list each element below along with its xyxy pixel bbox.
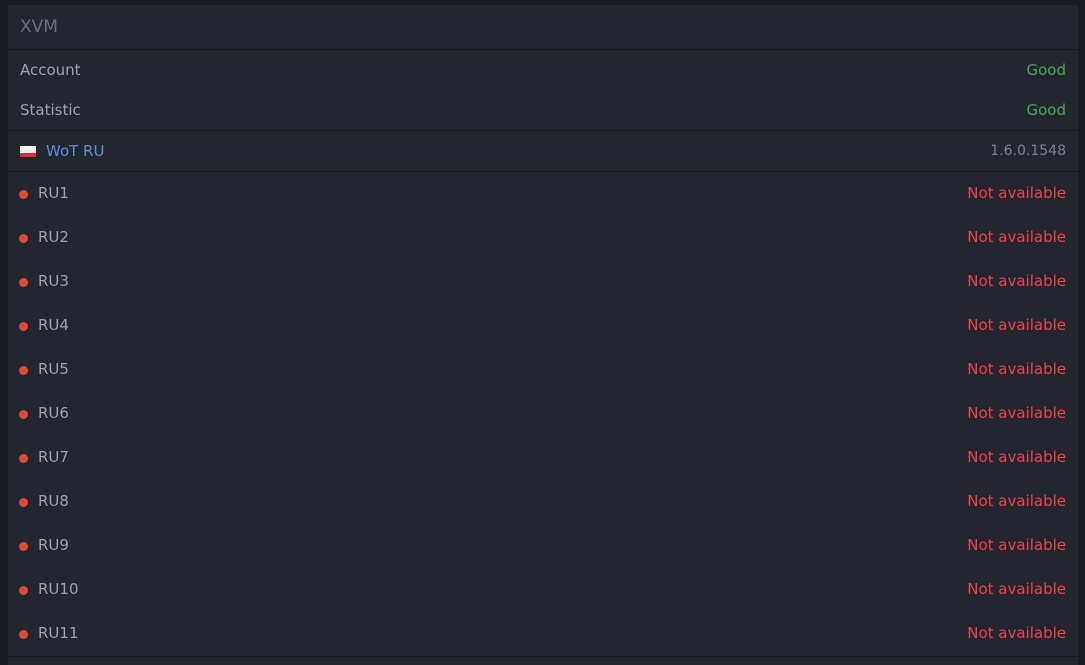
status-dot-icon (19, 278, 28, 287)
server-name: RU2 (38, 228, 69, 246)
status-dot-icon (19, 234, 28, 243)
panel-title: XVM (8, 5, 1078, 50)
status-dot-icon (19, 322, 28, 331)
account-status-row: Account Good (8, 50, 1078, 90)
server-status: Not available (967, 360, 1066, 378)
server-row-ru4: RU4 Not available (8, 304, 1078, 348)
server-name: RU5 (38, 360, 69, 378)
server-status: Not available (967, 316, 1066, 334)
account-status-value: Good (1026, 61, 1067, 79)
server-row-ru8: RU8 Not available (8, 480, 1078, 524)
server-name: RU11 (38, 624, 79, 642)
status-dot-icon (19, 410, 28, 419)
server-row-ru6: RU6 Not available (8, 392, 1078, 436)
server-row-ru1: RU1 Not available (8, 172, 1078, 216)
server-row-ru2: RU2 Not available (8, 216, 1078, 260)
status-dot-icon (19, 542, 28, 551)
panel-divider (8, 656, 1078, 657)
xvm-status-panel: XVM Account Good Statistic Good WoT RU 1… (7, 5, 1079, 665)
server-name: RU10 (38, 580, 79, 598)
server-status: Not available (967, 536, 1066, 554)
status-dot-icon (19, 366, 28, 375)
server-name: RU7 (38, 448, 69, 466)
server-row-ru7: RU7 Not available (8, 436, 1078, 480)
server-name: RU6 (38, 404, 69, 422)
statistic-status-value: Good (1026, 101, 1067, 119)
server-row-ru11: RU11 Not available (8, 612, 1078, 656)
russia-flag-icon (20, 146, 36, 157)
server-name: RU9 (38, 536, 69, 554)
server-row-ru10: RU10 Not available (8, 568, 1078, 612)
server-status: Not available (967, 272, 1066, 290)
status-dot-icon (19, 586, 28, 595)
server-group-header: WoT RU 1.6.0.1548 (8, 130, 1078, 172)
server-status: Not available (967, 184, 1066, 202)
status-dot-icon (19, 630, 28, 639)
server-name: RU1 (38, 184, 69, 202)
status-dot-icon (19, 454, 28, 463)
server-name: RU8 (38, 492, 69, 510)
server-row-ru9: RU9 Not available (8, 524, 1078, 568)
statistic-label: Statistic (20, 101, 81, 119)
account-label: Account (20, 61, 81, 79)
game-version: 1.6.0.1548 (990, 143, 1066, 159)
server-status: Not available (967, 624, 1066, 642)
server-name: RU4 (38, 316, 69, 334)
server-group-link[interactable]: WoT RU (46, 131, 104, 171)
server-status: Not available (967, 580, 1066, 598)
server-status: Not available (967, 404, 1066, 422)
status-dot-icon (19, 498, 28, 507)
server-status: Not available (967, 492, 1066, 510)
server-status: Not available (967, 448, 1066, 466)
server-row-ru3: RU3 Not available (8, 260, 1078, 304)
statistic-status-row: Statistic Good (8, 90, 1078, 130)
status-dot-icon (19, 190, 28, 199)
server-status: Not available (967, 228, 1066, 246)
server-name: RU3 (38, 272, 69, 290)
server-row-ru5: RU5 Not available (8, 348, 1078, 392)
